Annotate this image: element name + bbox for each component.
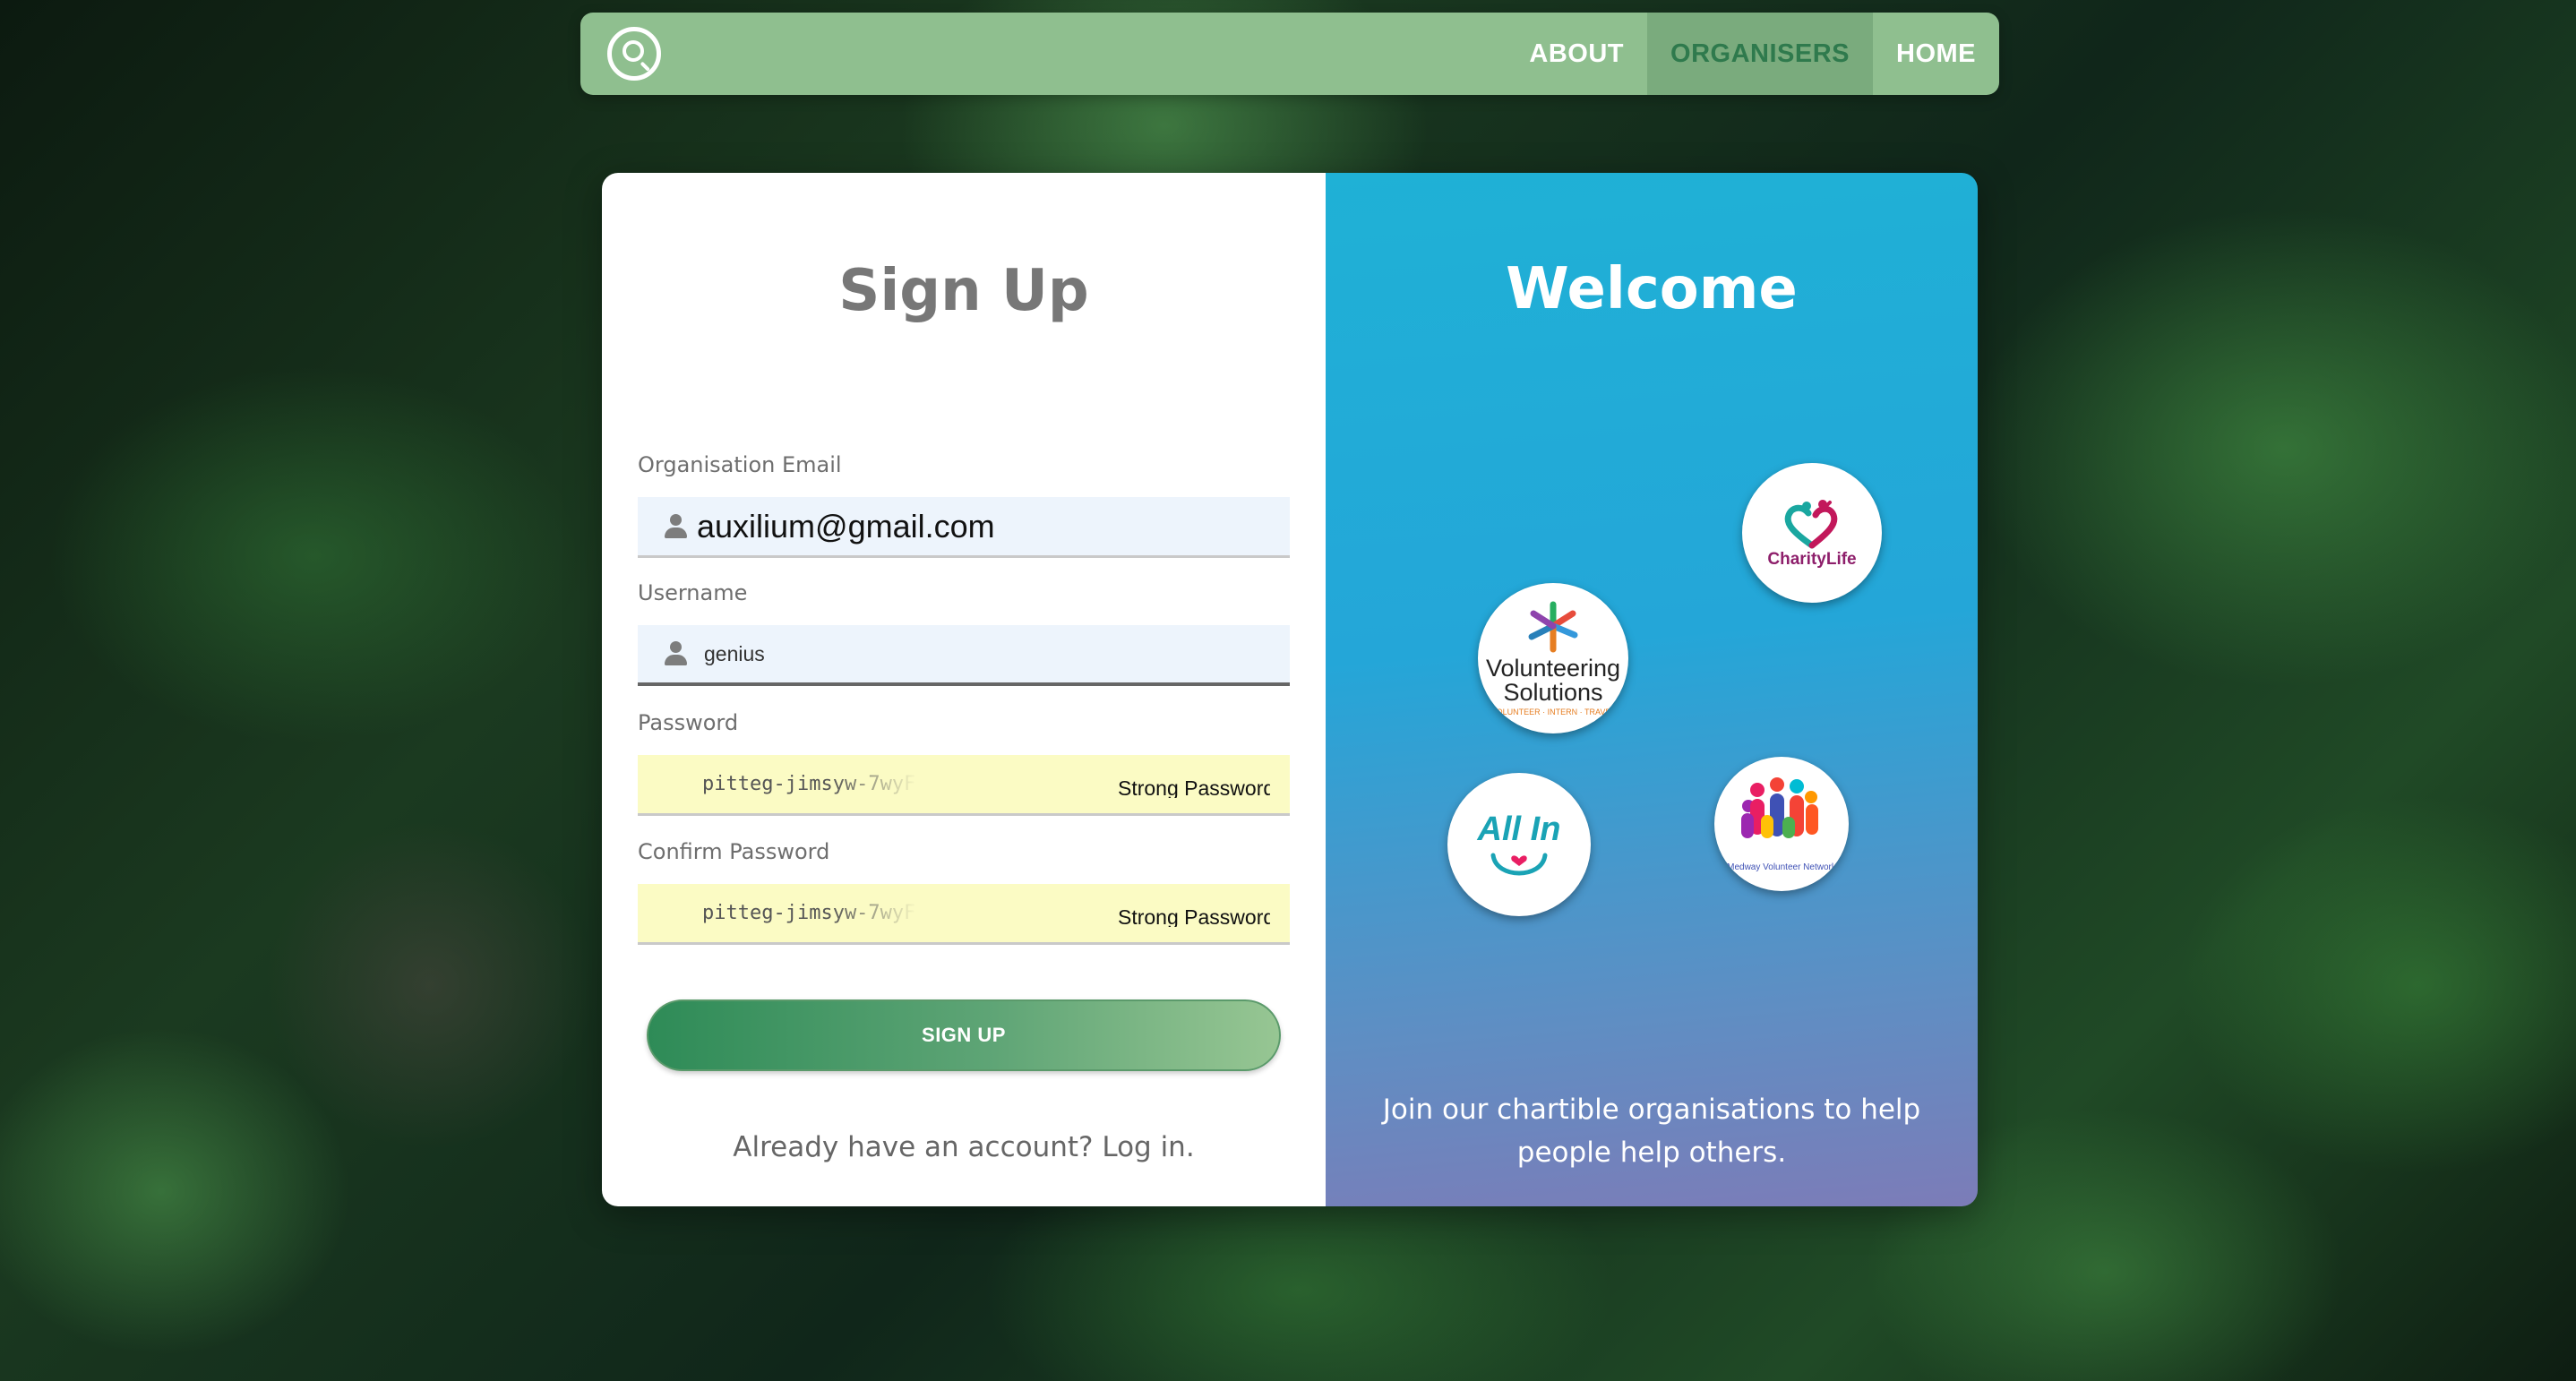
signup-button[interactable]: SIGN UP [647, 999, 1281, 1071]
people-burst-icon [1528, 601, 1578, 652]
tagline-line1: Join our chartible organisations to help [1382, 1094, 1921, 1126]
password-value: pitteg-jimsyw-7wyF [702, 773, 916, 795]
tagline-line2: people help others. [1516, 1137, 1787, 1169]
login-prompt: Already have an account? Log in. [602, 1131, 1326, 1163]
signup-button-label: SIGN UP [922, 1024, 1006, 1046]
confirm-password-strength-hint[interactable]: Strong Password [1118, 905, 1270, 927]
user-icon [663, 641, 690, 666]
medway-logo-text: Medway Volunteer Network [1727, 862, 1836, 872]
username-value: genius [704, 641, 765, 665]
nav-home[interactable]: HOME [1873, 13, 1999, 95]
login-link[interactable]: Already have an account? Log in. [733, 1131, 1194, 1163]
confirm-password-field[interactable]: pitteg-jimsyw-7wyF Strong Password [638, 884, 1290, 945]
volunteering-logo-line1: Volunteering [1485, 654, 1621, 682]
password-field[interactable]: pitteg-jimsyw-7wyF Strong Password [638, 755, 1290, 816]
volunteering-logo-line2: Solutions [1503, 678, 1603, 706]
welcome-panel: Welcome CharityLife Volunteering Solutio… [1326, 173, 1978, 1206]
user-icon [663, 513, 690, 539]
volunteering-solutions-logo: Volunteering Solutions VOLUNTEER · INTER… [1478, 583, 1628, 733]
colorful-people-icon [1741, 777, 1818, 838]
volunteering-logo-sub: VOLUNTEER · INTERN · TRAVEL [1490, 707, 1616, 716]
signup-form-panel: Sign Up Organisation Email auxilium@gmai… [602, 173, 1326, 1206]
search-icon[interactable] [607, 27, 661, 81]
confirm-password-label: Confirm Password [638, 839, 830, 864]
password-strength-hint[interactable]: Strong Password [1118, 776, 1270, 798]
welcome-title: Welcome [1506, 256, 1798, 322]
nav-organisers[interactable]: ORGANISERS [1647, 13, 1873, 95]
tagline: Join our chartible organisations to help… [1326, 1088, 1978, 1174]
all-in-logo: All In [1447, 773, 1591, 916]
username-field[interactable]: genius [638, 625, 1290, 686]
username-label: Username [638, 580, 748, 605]
email-value: auxilium@gmail.com [697, 507, 995, 545]
all-in-logo-text: All In [1477, 811, 1561, 848]
charitylife-logo-text: CharityLife [1767, 549, 1857, 569]
medway-volunteer-network-logo: Medway Volunteer Network [1714, 757, 1849, 891]
charitylife-logo: CharityLife [1742, 463, 1882, 603]
form-title: Sign Up [838, 258, 1089, 324]
nav-links: ABOUT ORGANISERS HOME [1506, 13, 1999, 95]
signup-card: Sign Up Organisation Email auxilium@gmai… [602, 173, 1978, 1206]
email-field[interactable]: auxilium@gmail.com [638, 497, 1290, 558]
confirm-password-value: pitteg-jimsyw-7wyF [702, 902, 916, 924]
password-label: Password [638, 710, 739, 735]
email-label: Organisation Email [638, 452, 842, 477]
heart-people-icon [1784, 499, 1838, 548]
hands-heart-icon [1490, 853, 1548, 876]
navbar: ABOUT ORGANISERS HOME [580, 13, 1999, 95]
nav-about[interactable]: ABOUT [1506, 13, 1647, 95]
